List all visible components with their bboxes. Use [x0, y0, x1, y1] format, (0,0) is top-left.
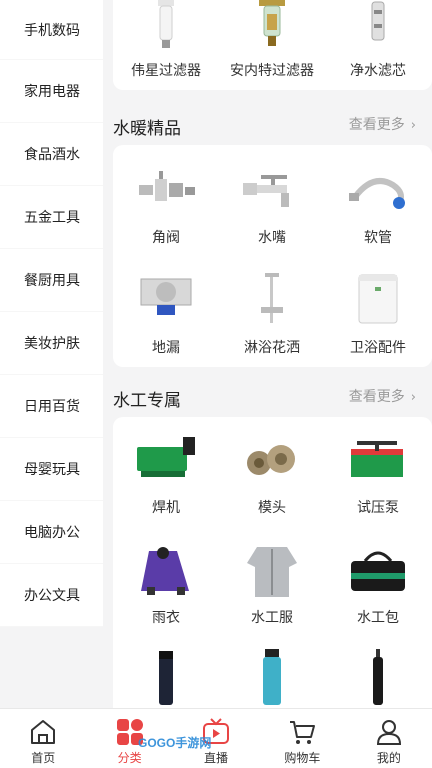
sidebar-item-label: 母婴玩具	[24, 462, 80, 478]
sidebar-item-phones[interactable]: 手机数码	[0, 0, 103, 60]
product-cell[interactable]: 软管	[325, 163, 431, 247]
product-cell[interactable]: 角阀	[113, 163, 219, 247]
section-title-plumber: 水工专属	[113, 391, 181, 411]
product-label: 雨衣	[152, 610, 180, 626]
bottom-tab-bar: 首页 分类 直播 购物车 我的	[0, 708, 432, 768]
die-head-icon	[237, 433, 307, 489]
bottle-teal-icon	[237, 649, 307, 705]
product-label: 水工服	[251, 610, 293, 626]
product-label: 焊机	[152, 500, 180, 516]
welder-icon	[131, 433, 201, 489]
sidebar-item-kitchen[interactable]: 餐厨用具	[0, 249, 103, 312]
product-cell[interactable]: 净水滤芯	[325, 0, 431, 80]
product-label: 伟星过滤器	[131, 63, 201, 79]
tab-cart[interactable]: 购物车	[259, 709, 345, 768]
tab-label: 购物车	[284, 751, 321, 765]
heating-card: 角阀 水嘴 软管 地漏 淋浴花洒 卫浴配件	[113, 145, 432, 367]
product-cell[interactable]: 水工包	[325, 543, 431, 627]
hose-icon	[343, 163, 413, 219]
cart-icon	[287, 717, 317, 747]
tab-home[interactable]: 首页	[0, 709, 86, 768]
plumber-card: 焊机 模头 试压泵 雨衣 水工服 水工包	[113, 417, 432, 708]
sidebar-item-label: 日用百货	[24, 399, 80, 415]
category-sidebar: 手机数码 家用电器 食品酒水 五金工具 餐厨用具 美妆护肤 日用百货 母婴玩具 …	[0, 0, 103, 627]
product-label: 角阀	[152, 230, 180, 246]
product-label: 卫浴配件	[350, 340, 406, 356]
tab-profile[interactable]: 我的	[346, 709, 432, 768]
sidebar-item-hardware[interactable]: 五金工具	[0, 186, 103, 249]
sidebar-item-label: 食品酒水	[24, 147, 80, 163]
brass-filter-icon	[237, 0, 307, 52]
more-label: 查看更多	[348, 117, 405, 133]
plumber-more-link[interactable]: 查看更多 ›	[349, 386, 416, 406]
product-label: 模头	[258, 500, 286, 516]
shower-icon	[237, 273, 307, 329]
product-cell[interactable]: 水嘴	[219, 163, 325, 247]
product-cell[interactable]: 安内特过滤器	[219, 0, 325, 80]
tab-label: 我的	[376, 751, 401, 765]
product-label: 净水滤芯	[350, 63, 406, 79]
sidebar-item-stationery[interactable]: 办公文具	[0, 564, 103, 627]
sidebar-item-daily[interactable]: 日用百货	[0, 375, 103, 438]
product-label: 软管	[364, 230, 392, 246]
tool-bag-icon	[343, 543, 413, 599]
watermark-logo: GOGO手游网	[138, 736, 212, 750]
product-cell[interactable]	[325, 649, 431, 708]
sidebar-item-label: 家用电器	[24, 84, 80, 100]
product-label: 试压泵	[357, 500, 399, 516]
filter-icon	[131, 0, 201, 52]
product-cell[interactable]	[113, 649, 219, 708]
umbrella-icon	[343, 649, 413, 705]
sidebar-item-food[interactable]: 食品酒水	[0, 123, 103, 186]
product-cell[interactable]: 雨衣	[113, 543, 219, 627]
pressure-pump-icon	[343, 433, 413, 489]
home-icon	[28, 717, 58, 747]
tab-label: 分类	[117, 751, 142, 765]
sidebar-item-label: 手机数码	[24, 22, 80, 39]
sidebar-item-label: 办公文具	[24, 588, 80, 604]
sidebar-item-computer[interactable]: 电脑办公	[0, 501, 103, 564]
toilet-tank-icon	[343, 273, 413, 329]
faucet-icon	[237, 163, 307, 219]
raincoat-icon	[131, 543, 201, 599]
angle-valve-icon	[131, 163, 201, 219]
sidebar-item-label: 美妆护肤	[24, 336, 80, 352]
product-cell[interactable]: 伟星过滤器	[113, 0, 219, 80]
filter-cartridge-icon	[343, 0, 413, 52]
product-label: 水嘴	[258, 230, 286, 246]
product-cell[interactable]: 模头	[219, 433, 325, 517]
category-content: 伟星过滤器 安内特过滤器 净水滤芯 水暖精品 查看更多 › 角阀 水嘴 软管 地…	[113, 0, 432, 708]
tab-label: 首页	[31, 751, 56, 765]
sidebar-item-beauty[interactable]: 美妆护肤	[0, 312, 103, 375]
sidebar-item-baby[interactable]: 母婴玩具	[0, 438, 103, 501]
thermos-black-icon	[131, 649, 201, 705]
product-label: 水工包	[357, 610, 399, 626]
product-cell[interactable]	[219, 649, 325, 708]
floor-drain-icon	[131, 273, 201, 329]
sidebar-item-label: 五金工具	[24, 210, 80, 226]
sidebar-item-label: 电脑办公	[24, 525, 80, 541]
product-label: 安内特过滤器	[230, 63, 314, 79]
heating-more-link[interactable]: 查看更多 ›	[349, 114, 416, 134]
chevron-right-icon: ›	[410, 390, 416, 405]
product-cell[interactable]: 卫浴配件	[325, 273, 431, 357]
product-label: 淋浴花洒	[244, 340, 300, 356]
work-jacket-icon	[237, 543, 307, 599]
product-cell[interactable]: 焊机	[113, 433, 219, 517]
sidebar-item-appliances[interactable]: 家用电器	[0, 60, 103, 123]
chevron-right-icon: ›	[410, 118, 416, 133]
product-cell[interactable]: 地漏	[113, 273, 219, 357]
profile-icon	[374, 717, 404, 747]
product-label: 地漏	[152, 340, 180, 356]
more-label: 查看更多	[348, 389, 405, 405]
tab-label: 直播	[204, 751, 229, 765]
sidebar-item-label: 餐厨用具	[24, 273, 80, 289]
product-cell[interactable]: 水工服	[219, 543, 325, 627]
section-title-heating: 水暖精品	[113, 119, 181, 139]
product-cell[interactable]: 试压泵	[325, 433, 431, 517]
filters-card: 伟星过滤器 安内特过滤器 净水滤芯	[113, 0, 432, 90]
product-cell[interactable]: 淋浴花洒	[219, 273, 325, 357]
